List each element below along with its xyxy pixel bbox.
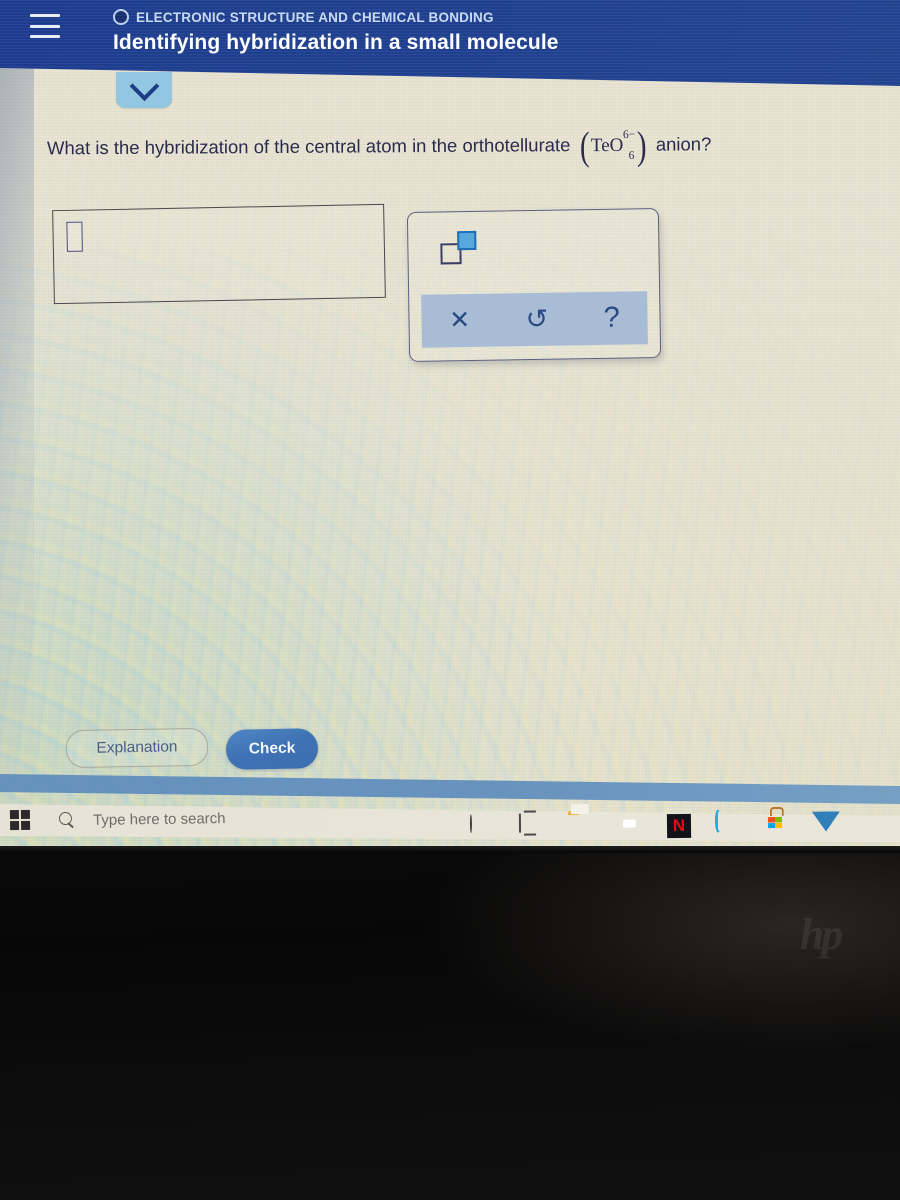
hp-brand-logo: hp (799, 909, 843, 959)
taskbar-icon-group: N (469, 806, 890, 846)
file-explorer-icon[interactable] (568, 814, 594, 840)
answer-input[interactable] (52, 203, 386, 305)
circle-bullet-icon (113, 9, 129, 25)
question-part-1: What is the hybridization of the central… (46, 134, 571, 159)
netflix-letter: N (666, 813, 692, 839)
breadcrumb: ELECTRONIC STRUCTURE AND CHEMICAL BONDIN… (113, 9, 494, 25)
windows-logo-icon[interactable] (9, 809, 31, 831)
laptop-screen-area: ELECTRONIC STRUCTURE AND CHEMICAL BONDIN… (0, 0, 900, 856)
superscript-icon[interactable] (438, 230, 479, 266)
close-icon[interactable]: ✕ (449, 306, 470, 334)
empty-answer-slot-icon (66, 221, 83, 252)
chemical-formula: ( TeO 6− 6 ) (577, 122, 648, 169)
paren-open: ( (579, 123, 590, 169)
hamburger-line (30, 14, 60, 17)
search-handle (67, 822, 74, 829)
formula-subscript: 6 (628, 149, 635, 162)
hamburger-line (30, 24, 60, 28)
chrome-c-icon[interactable] (714, 809, 741, 838)
c-ring-glyph (714, 809, 722, 833)
hamburger-menu-icon[interactable] (30, 14, 60, 38)
windows-pane (21, 809, 30, 819)
question-part-2: anion? (655, 133, 712, 155)
chevron-down-icon (129, 70, 159, 101)
cortana-icon[interactable] (469, 814, 496, 841)
screenshot-root: ELECTRONIC STRUCTURE AND CHEMICAL BONDIN… (0, 0, 900, 1200)
taskbar-search-input[interactable]: Type here to search (93, 810, 226, 829)
breadcrumb-label: ELECTRONIC STRUCTURE AND CHEMICAL BONDIN… (136, 9, 494, 25)
windows-pane (21, 821, 31, 830)
task-view-icon[interactable] (518, 813, 545, 840)
collapse-panel-button[interactable] (116, 70, 172, 108)
help-icon[interactable]: ? (603, 302, 620, 334)
superscript-exponent-square (457, 230, 477, 251)
formula-body: TeO 6− 6 (590, 129, 636, 161)
windows-pane (9, 810, 19, 819)
cortana-ring (469, 814, 473, 834)
microsoft-store-icon[interactable] (764, 812, 790, 838)
search-icon[interactable] (58, 811, 76, 829)
palette-button-row: ✕ ↺ ? (421, 291, 648, 348)
hamburger-line (30, 35, 60, 38)
laptop-bezel (0, 846, 900, 1200)
undo-icon[interactable]: ↺ (525, 304, 548, 334)
zoom-icon[interactable] (617, 813, 643, 839)
check-button[interactable]: Check (225, 728, 319, 770)
windows-pane (10, 821, 19, 831)
math-tool-palette: ✕ ↺ ? (406, 208, 662, 362)
task-view-glyph (518, 813, 522, 833)
netflix-icon[interactable]: N (666, 813, 692, 839)
explanation-button[interactable]: Explanation (65, 727, 209, 769)
formula-superscript: 6− (622, 129, 636, 142)
mail-icon[interactable] (813, 811, 839, 837)
question-text: What is the hybridization of the central… (46, 122, 857, 169)
formula-base: TeO (590, 135, 624, 157)
paren-close: ) (637, 122, 647, 168)
screen-bottom-edge (0, 846, 900, 853)
page-title: Identifying hybridization in a small mol… (113, 31, 559, 54)
